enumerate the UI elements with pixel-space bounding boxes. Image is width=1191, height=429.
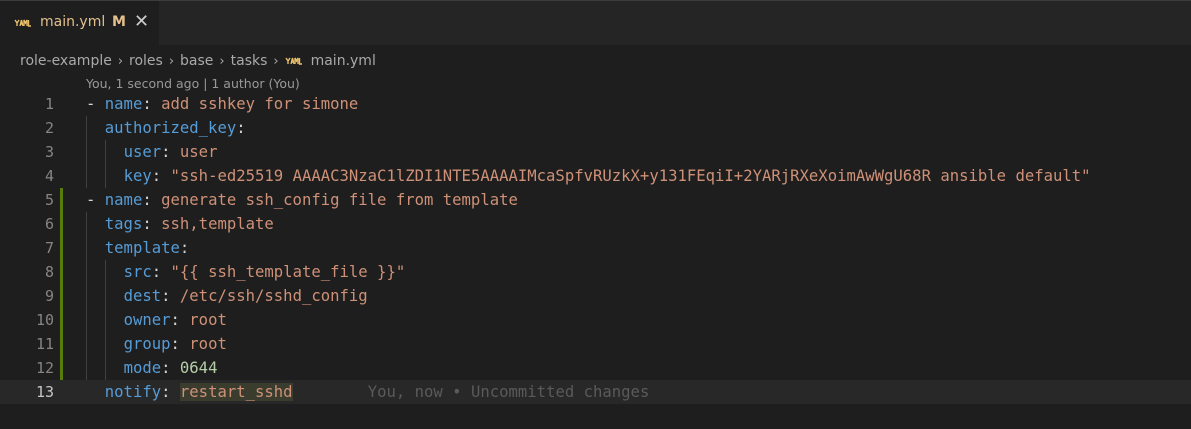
line-number: 13 (35, 383, 54, 401)
breadcrumb-item-base[interactable]: base (180, 53, 213, 69)
code-line-current[interactable]: 13 notify: restart_sshd You, now • Uncom… (0, 380, 1191, 404)
modified-status-badge: M (112, 14, 126, 30)
chevron-right-icon: › (117, 53, 124, 69)
code-line[interactable]: 12 mode: 0644 (0, 356, 1191, 380)
line-number: 8 (44, 263, 54, 281)
code-text: group: root (123, 335, 227, 353)
code-line[interactable]: 5 - name: generate ssh_config file from … (0, 188, 1191, 212)
chevron-right-icon: › (273, 53, 279, 69)
code-text: key: "ssh-ed25519 AAAAC3NzaC1lZDI1NTE5AA… (123, 167, 1091, 185)
code-text: template: (104, 239, 190, 257)
code-line[interactable]: 10 owner: root (0, 308, 1191, 332)
code-line[interactable]: 6 tags: ssh,template (0, 212, 1191, 236)
code-text: tags: ssh,template (104, 215, 274, 233)
code-text: authorized_key: (104, 119, 246, 137)
code-line[interactable]: 3 user: user (0, 140, 1191, 164)
code-text: - name: generate ssh_config file from te… (86, 191, 518, 209)
yaml-file-icon (14, 19, 31, 27)
yaml-file-icon (285, 57, 302, 65)
code-line[interactable]: 7 template: (0, 236, 1191, 260)
line-number: 4 (44, 167, 54, 185)
codelens-blame[interactable]: You, 1 second ago | 1 author (You) (86, 76, 300, 91)
code-line[interactable]: 2 authorized_key: (0, 116, 1191, 140)
inline-blame: You, now • Uncommitted changes (367, 383, 650, 401)
line-number: 7 (44, 239, 54, 257)
code-line[interactable]: 11 group: root (0, 332, 1191, 356)
line-number: 5 (44, 191, 54, 209)
tab-main-yml[interactable]: main.yml M ✕ (0, 1, 160, 46)
chevron-right-icon: › (168, 53, 175, 69)
line-number: 9 (44, 287, 54, 305)
breadcrumb-item-roles[interactable]: roles (129, 53, 163, 69)
code-text: src: "{{ ssh_template_file }}" (123, 263, 406, 281)
code-text: mode: 0644 (123, 359, 218, 377)
breadcrumb-item-role-example[interactable]: role-example (20, 53, 112, 69)
selection-highlight: restart_sshd (179, 383, 293, 401)
chevron-right-icon: › (219, 53, 225, 69)
tab-title: main.yml (40, 14, 106, 30)
line-number: 3 (44, 143, 54, 161)
code-line[interactable]: 8 src: "{{ ssh_template_file }}" (0, 260, 1191, 284)
breadcrumb-item-tasks[interactable]: tasks (231, 53, 268, 69)
line-number: 1 (44, 95, 54, 113)
code-editor[interactable]: 1 - name: add sshkey for simone 2 author… (0, 92, 1191, 404)
code-text: owner: root (123, 311, 227, 329)
code-line[interactable]: 4 key: "ssh-ed25519 AAAAC3NzaC1lZDI1NTE5… (0, 164, 1191, 188)
line-number: 11 (35, 335, 54, 353)
breadcrumb-item-main-yml[interactable]: main.yml (311, 53, 376, 69)
tab-bar: main.yml M ✕ (0, 0, 1191, 46)
close-icon[interactable]: ✕ (134, 11, 149, 33)
line-number: 6 (44, 215, 54, 233)
code-line[interactable]: 1 - name: add sshkey for simone (0, 92, 1191, 116)
breadcrumb: role-example › roles › base › tasks › ma… (20, 50, 376, 72)
code-text: dest: /etc/ssh/sshd_config (123, 287, 368, 305)
line-number: 10 (35, 311, 54, 329)
code-text: user: user (123, 143, 218, 161)
code-line[interactable]: 9 dest: /etc/ssh/sshd_config (0, 284, 1191, 308)
line-number: 12 (35, 359, 54, 377)
line-number: 2 (44, 119, 54, 137)
code-text: - name: add sshkey for simone (86, 95, 359, 113)
code-text: notify: restart_sshd You, now • Uncommit… (104, 383, 650, 401)
